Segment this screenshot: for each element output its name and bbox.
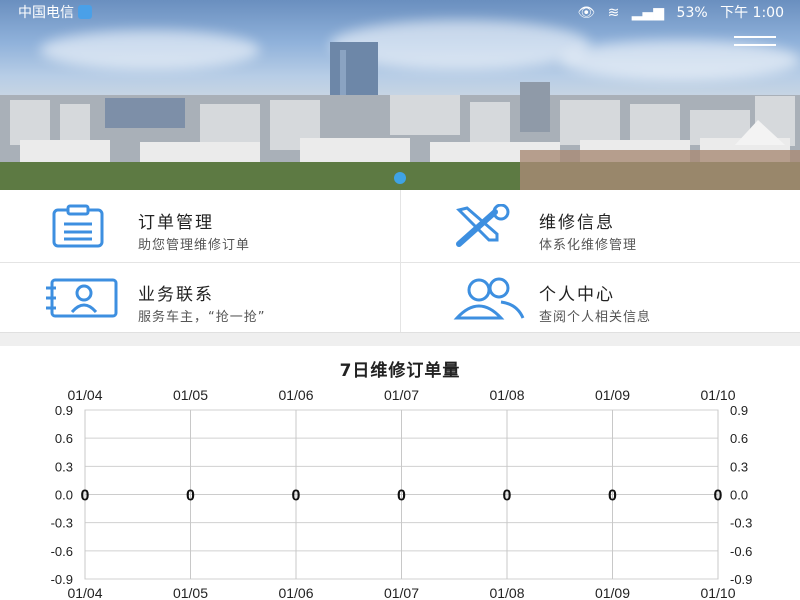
x-tick-label-top: 01/08 bbox=[489, 387, 524, 403]
y-tick-label-right: -0.3 bbox=[730, 516, 752, 531]
repair-orders-chart: 0.9 0.9 0.6 0.6 0.3 0.3 0.0 0.0 -0.3 -0.3 -0.6 -0.6… bbox=[51, 387, 753, 600]
repair-info-item[interactable]: 维修信息 体系化维修管理 bbox=[401, 190, 800, 260]
carrier-name: 中国电信 bbox=[18, 2, 92, 22]
menu-icon[interactable] bbox=[734, 36, 776, 48]
business-contact-item[interactable]: 业务联系 服务车主，“抢一抢” bbox=[0, 262, 399, 332]
order-management-item[interactable]: 订单管理 助您管理维修订单 bbox=[0, 190, 399, 260]
x-tick-label-top: 01/05 bbox=[173, 387, 208, 403]
y-tick-label-left: 0.6 bbox=[55, 431, 73, 446]
data-label: 0 bbox=[292, 488, 301, 505]
clock: 下午 1:00 bbox=[720, 5, 784, 21]
y-tick-label-right: -0.6 bbox=[730, 544, 752, 559]
data-label: 0 bbox=[503, 488, 512, 505]
status-right: 👁 ≋ ▂▄▆ 53% 下午 1:00 bbox=[569, 2, 784, 22]
y-tick-label-left: -0.3 bbox=[51, 516, 73, 531]
y-tick-label-left: 0.3 bbox=[55, 459, 73, 474]
battery-level: 53% bbox=[676, 5, 708, 21]
city-skyline bbox=[0, 42, 800, 190]
data-label: 0 bbox=[608, 488, 617, 505]
x-tick-label-bottom: 01/10 bbox=[700, 585, 735, 600]
business-contact-subtitle: 服务车主，“抢一抢” bbox=[138, 310, 266, 325]
y-tick-label-left: -0.6 bbox=[51, 544, 73, 559]
data-label: 0 bbox=[714, 488, 723, 505]
x-tick-label-bottom: 01/06 bbox=[278, 585, 313, 600]
grid-divider-vertical bbox=[400, 190, 401, 332]
y-tick-label-right: 0.9 bbox=[730, 403, 748, 418]
data-label: 0 bbox=[81, 488, 90, 505]
x-tick-label-bottom: 01/05 bbox=[173, 585, 208, 600]
x-tick-label-bottom: 01/09 bbox=[595, 585, 630, 600]
x-tick-label-top: 01/10 bbox=[700, 387, 735, 403]
clipboard-icon bbox=[52, 204, 104, 248]
status-bar: 中国电信 👁 ≋ ▂▄▆ 53% 下午 1:00 bbox=[0, 0, 800, 22]
chart-card: 7日维修订单量 0.9 0.9 0.6 0.6 0.3 0.3 0.0 0.0 -0.3 -0.3… bbox=[0, 346, 800, 600]
grid-divider-horizontal bbox=[0, 262, 800, 263]
x-tick-label-bottom: 01/04 bbox=[67, 585, 102, 600]
data-label: 0 bbox=[186, 488, 195, 505]
users-icon bbox=[453, 277, 525, 320]
x-tick-label-top: 01/04 bbox=[67, 387, 102, 403]
signal-icon: ▂▄▆ bbox=[631, 5, 665, 21]
y-tick-label-left: 0.9 bbox=[55, 403, 73, 418]
carrier-badge-icon bbox=[78, 5, 92, 19]
personal-center-title: 个人中心 bbox=[539, 285, 615, 305]
carousel-indicator[interactable] bbox=[394, 172, 406, 184]
y-tick-label-right: 0.6 bbox=[730, 431, 748, 446]
x-tick-label-top: 01/07 bbox=[384, 387, 419, 403]
y-tick-label-right: 0.0 bbox=[730, 488, 748, 503]
personal-center-subtitle: 查阅个人相关信息 bbox=[539, 310, 652, 325]
personal-center-item[interactable]: 个人中心 查阅个人相关信息 bbox=[401, 262, 800, 332]
hero-banner: 中国电信 👁 ≋ ▂▄▆ 53% 下午 1:00 bbox=[0, 0, 800, 190]
repair-info-title: 维修信息 bbox=[539, 213, 615, 233]
order-management-subtitle: 助您管理维修订单 bbox=[138, 238, 251, 253]
y-tick-label-right: 0.3 bbox=[730, 459, 748, 474]
x-tick-label-bottom: 01/08 bbox=[489, 585, 524, 600]
x-tick-label-bottom: 01/07 bbox=[384, 585, 419, 600]
data-label: 0 bbox=[397, 488, 406, 505]
x-tick-label-top: 01/09 bbox=[595, 387, 630, 403]
contact-card-icon bbox=[46, 278, 118, 318]
wrench-screwdriver-icon bbox=[456, 204, 510, 247]
x-tick-label-top: 01/06 bbox=[278, 387, 313, 403]
repair-info-subtitle: 体系化维修管理 bbox=[539, 238, 638, 253]
wifi-icon: ≋ bbox=[607, 5, 620, 21]
y-tick-label-left: 0.0 bbox=[55, 488, 73, 503]
business-contact-title: 业务联系 bbox=[138, 285, 214, 305]
eye-icon: 👁 bbox=[577, 5, 596, 21]
order-management-title: 订单管理 bbox=[138, 213, 214, 233]
